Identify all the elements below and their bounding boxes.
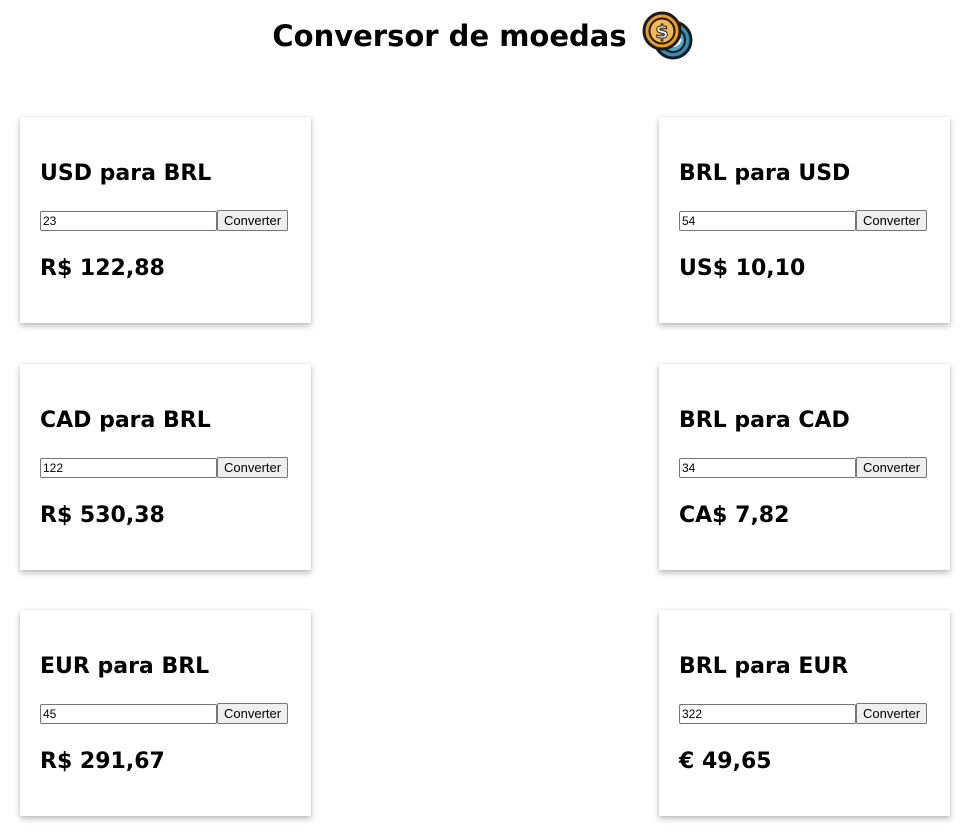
card-title: CAD para BRL bbox=[40, 408, 211, 433]
card-title: USD para BRL bbox=[40, 161, 212, 186]
card-title: EUR para BRL bbox=[40, 654, 210, 679]
converter-card-cad-brl: CAD para BRL Converter R$ 530,38 bbox=[20, 364, 311, 570]
card-title: BRL para USD bbox=[679, 161, 851, 186]
converter-card-brl-cad: BRL para CAD Converter CA$ 7,82 bbox=[659, 364, 950, 570]
converter-row: Converter bbox=[679, 210, 928, 231]
amount-input[interactable] bbox=[40, 210, 217, 231]
amount-input[interactable] bbox=[40, 703, 217, 724]
amount-input[interactable] bbox=[679, 703, 856, 724]
amount-input[interactable] bbox=[40, 457, 217, 478]
conversion-result: € 49,65 bbox=[679, 749, 772, 774]
coins-exchange-icon: $ bbox=[641, 11, 695, 61]
converter-row: Converter bbox=[679, 703, 928, 724]
converter-row: Converter bbox=[40, 703, 289, 724]
conversion-result: R$ 530,38 bbox=[40, 503, 165, 528]
converter-card-brl-eur: BRL para EUR Converter € 49,65 bbox=[659, 610, 950, 816]
convert-button[interactable]: Converter bbox=[217, 210, 289, 231]
converter-card-usd-brl: USD para BRL Converter R$ 122,88 bbox=[20, 117, 311, 323]
conversion-result: R$ 122,88 bbox=[40, 256, 165, 281]
convert-button[interactable]: Converter bbox=[856, 457, 928, 478]
card-title: BRL para CAD bbox=[679, 408, 850, 433]
conversion-result: US$ 10,10 bbox=[679, 256, 806, 281]
svg-text:$: $ bbox=[655, 21, 668, 43]
conversion-result: R$ 291,67 bbox=[40, 749, 165, 774]
converter-card-eur-brl: EUR para BRL Converter R$ 291,67 bbox=[20, 610, 311, 816]
page-title: Conversor de moedas bbox=[272, 19, 627, 53]
convert-button[interactable]: Converter bbox=[217, 703, 289, 724]
card-title: BRL para EUR bbox=[679, 654, 849, 679]
converter-card-brl-usd: BRL para USD Converter US$ 10,10 bbox=[659, 117, 950, 323]
convert-button[interactable]: Converter bbox=[856, 210, 928, 231]
conversion-result: CA$ 7,82 bbox=[679, 503, 790, 528]
converter-row: Converter bbox=[679, 457, 928, 478]
page-header: Conversor de moedas $ bbox=[0, 0, 967, 72]
convert-button[interactable]: Converter bbox=[856, 703, 928, 724]
amount-input[interactable] bbox=[679, 210, 856, 231]
convert-button[interactable]: Converter bbox=[217, 457, 289, 478]
converter-row: Converter bbox=[40, 457, 289, 478]
amount-input[interactable] bbox=[679, 457, 856, 478]
converter-row: Converter bbox=[40, 210, 289, 231]
